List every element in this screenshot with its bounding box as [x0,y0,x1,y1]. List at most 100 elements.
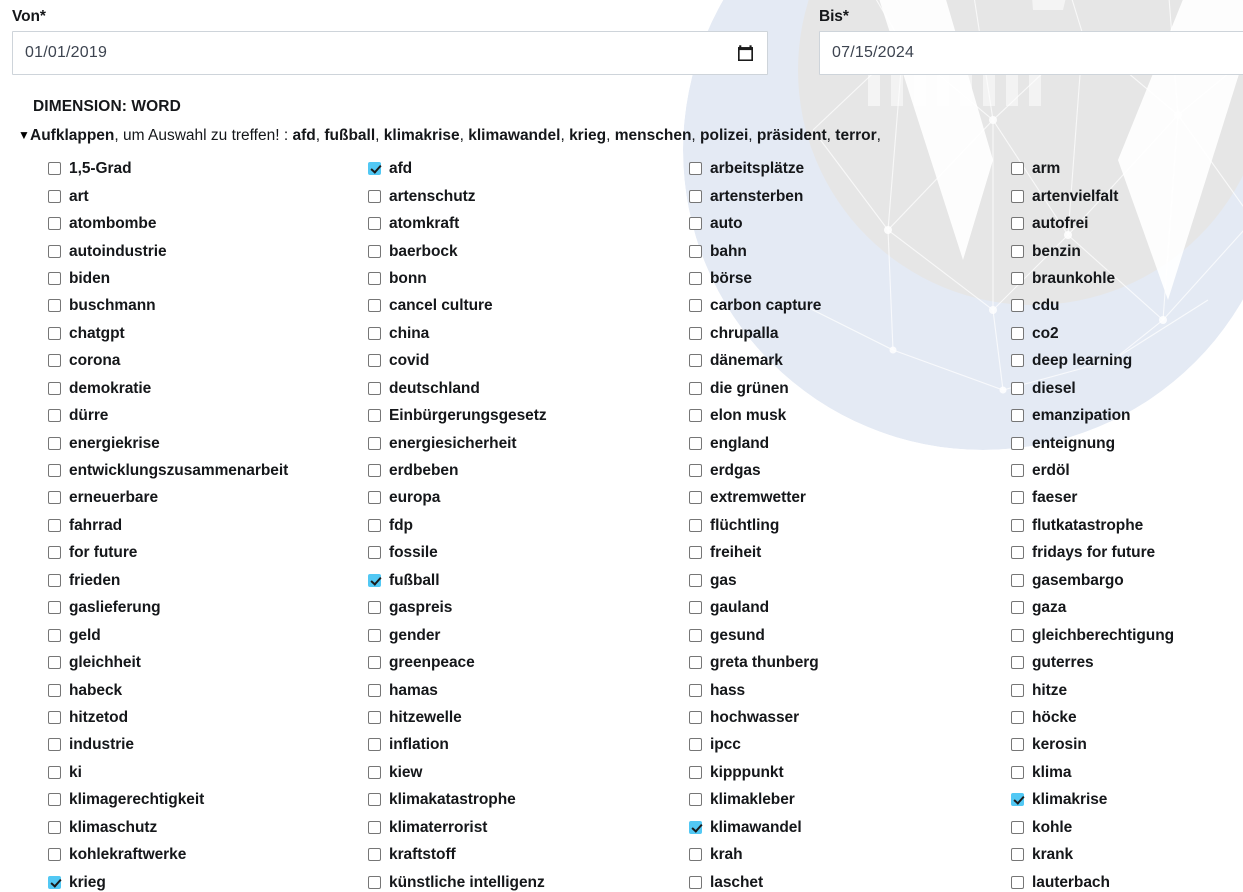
word-checkbox-row[interactable]: gaslieferung [48,594,360,621]
word-checkbox-artenvielfalt[interactable] [1011,189,1024,203]
word-checkbox-row[interactable]: bahn [689,237,1001,264]
word-checkbox-höcke[interactable] [1011,710,1024,724]
word-checkbox-label[interactable]: bonn [389,270,427,287]
word-checkbox-bahn[interactable] [689,244,702,258]
word-checkbox-label[interactable]: gaza [1032,599,1066,616]
word-checkbox-label[interactable]: arbeitsplätze [710,160,804,177]
word-checkbox-baerbock[interactable] [368,244,381,258]
word-checkbox-china[interactable] [368,326,381,340]
word-checkbox-cdu[interactable] [1011,299,1024,313]
word-checkbox-flutkatastrophe[interactable] [1011,518,1024,532]
word-checkbox-label[interactable]: freiheit [710,544,761,561]
word-checkbox-row[interactable]: corona [48,347,360,374]
word-checkbox-row[interactable]: covid [368,347,680,374]
word-checkbox-label[interactable]: hitzewelle [389,709,462,726]
word-checkbox-label[interactable]: cdu [1032,297,1059,314]
word-checkbox-row[interactable]: greenpeace [368,649,680,676]
word-checkbox-label[interactable]: Einbürgerungsgesetz [389,407,547,424]
word-checkbox-label[interactable]: autoindustrie [69,243,167,260]
word-checkbox-row[interactable]: industrie [48,731,360,758]
word-checkbox-label[interactable]: börse [710,270,752,287]
word-checkbox-chrupalla[interactable] [689,326,702,340]
word-checkbox-label[interactable]: chrupalla [710,325,779,342]
word-checkbox-label[interactable]: europa [389,489,440,506]
word-checkbox-label[interactable]: 1,5-Grad [69,160,132,177]
word-checkbox-label[interactable]: enteignung [1032,435,1115,452]
word-checkbox-row[interactable]: afd [368,155,680,182]
word-checkbox-label[interactable]: hitzetod [69,709,128,726]
word-checkbox-row[interactable]: entwicklungszusammenarbeit [48,457,360,484]
word-checkbox-label[interactable]: artenvielfalt [1032,188,1118,205]
word-checkbox-covid[interactable] [368,354,381,368]
word-checkbox-label[interactable]: gasembargo [1032,572,1124,589]
word-checkbox-dürre[interactable] [48,409,61,423]
word-checkbox-label[interactable]: bahn [710,243,747,260]
word-checkbox-row[interactable]: gaza [1011,594,1243,621]
word-checkbox-row[interactable]: auto [689,210,1001,237]
word-checkbox-label[interactable]: chatgpt [69,325,125,342]
word-checkbox-row[interactable]: braunkohle [1011,265,1243,292]
word-checkbox-row[interactable]: arm [1011,155,1243,182]
word-checkbox-hamas[interactable] [368,683,381,697]
word-checkbox-buschmann[interactable] [48,299,61,313]
word-checkbox-benzin[interactable] [1011,244,1024,258]
word-checkbox-lauterbach[interactable] [1011,875,1024,889]
word-checkbox-row[interactable]: faeser [1011,484,1243,511]
word-checkbox-row[interactable]: frieden [48,567,360,594]
word-checkbox-flüchtling[interactable] [689,518,702,532]
word-checkbox-label[interactable]: fossile [389,544,438,561]
word-checkbox-label[interactable]: deutschland [389,380,480,397]
word-checkbox-row[interactable]: hitze [1011,676,1243,703]
word-checkbox-row[interactable]: cdu [1011,292,1243,319]
word-checkbox-dänemark[interactable] [689,354,702,368]
word-checkbox-hochwasser[interactable] [689,710,702,724]
word-checkbox-label[interactable]: erneuerbare [69,489,158,506]
word-checkbox-row[interactable]: erdbeben [368,457,680,484]
word-checkbox-klimawandel[interactable] [689,820,702,834]
word-checkbox-row[interactable]: erneuerbare [48,484,360,511]
word-checkbox-row[interactable]: höcke [1011,704,1243,731]
word-checkbox-braunkohle[interactable] [1011,271,1024,285]
word-checkbox-label[interactable]: dänemark [710,352,783,369]
word-checkbox-einbürgerungsgesetz[interactable] [368,409,381,423]
word-checkbox-row[interactable]: kohle [1011,814,1243,841]
word-checkbox-label[interactable]: hass [710,682,745,699]
word-checkbox-row[interactable]: klimakatastrophe [368,786,680,813]
word-checkbox-erneuerbare[interactable] [48,491,61,505]
word-checkbox-row[interactable]: for future [48,539,360,566]
word-checkbox-row[interactable]: die grünen [689,375,1001,402]
word-checkbox-row[interactable]: enteignung [1011,429,1243,456]
word-checkbox-cancel-culture[interactable] [368,299,381,313]
word-checkbox-row[interactable]: greta thunberg [689,649,1001,676]
word-checkbox-frieden[interactable] [48,573,61,587]
word-checkbox-row[interactable]: laschet [689,868,1001,892]
word-checkbox-row[interactable]: kerosin [1011,731,1243,758]
word-checkbox-row[interactable]: autofrei [1011,210,1243,237]
word-checkbox-row[interactable]: biden [48,265,360,292]
word-checkbox-label[interactable]: höcke [1032,709,1077,726]
word-checkbox-row[interactable]: kraftstoff [368,841,680,868]
word-checkbox-label[interactable]: extremwetter [710,489,806,506]
word-checkbox-row[interactable]: england [689,429,1001,456]
word-checkbox-arm[interactable] [1011,162,1024,176]
word-checkbox-row[interactable]: artenvielfalt [1011,182,1243,209]
word-checkbox-label[interactable]: artenschutz [389,188,476,205]
word-checkbox-label[interactable]: klimagerechtigkeit [69,791,204,808]
word-checkbox-row[interactable]: lauterbach [1011,868,1243,892]
word-checkbox-row[interactable]: Einbürgerungsgesetz [368,402,680,429]
word-checkbox-künstliche-intelligenz[interactable] [368,875,381,889]
word-checkbox-row[interactable]: fossile [368,539,680,566]
date-to-input[interactable]: 07/15/2024 [819,31,1243,75]
expand-label[interactable]: Aufklappen [30,127,114,144]
word-checkbox-fahrrad[interactable] [48,518,61,532]
word-checkbox-klimakrise[interactable] [1011,793,1024,807]
word-checkbox-label[interactable]: klimakrise [1032,791,1107,808]
word-checkbox-entwicklungszusammenarbeit[interactable] [48,464,61,478]
word-checkbox-row[interactable]: gesund [689,621,1001,648]
word-checkbox-row[interactable]: hamas [368,676,680,703]
word-checkbox-artensterben[interactable] [689,189,702,203]
word-checkbox-label[interactable]: gauland [710,599,769,616]
word-checkbox-habeck[interactable] [48,683,61,697]
word-checkbox-atombombe[interactable] [48,217,61,231]
word-checkbox-row[interactable]: art [48,182,360,209]
